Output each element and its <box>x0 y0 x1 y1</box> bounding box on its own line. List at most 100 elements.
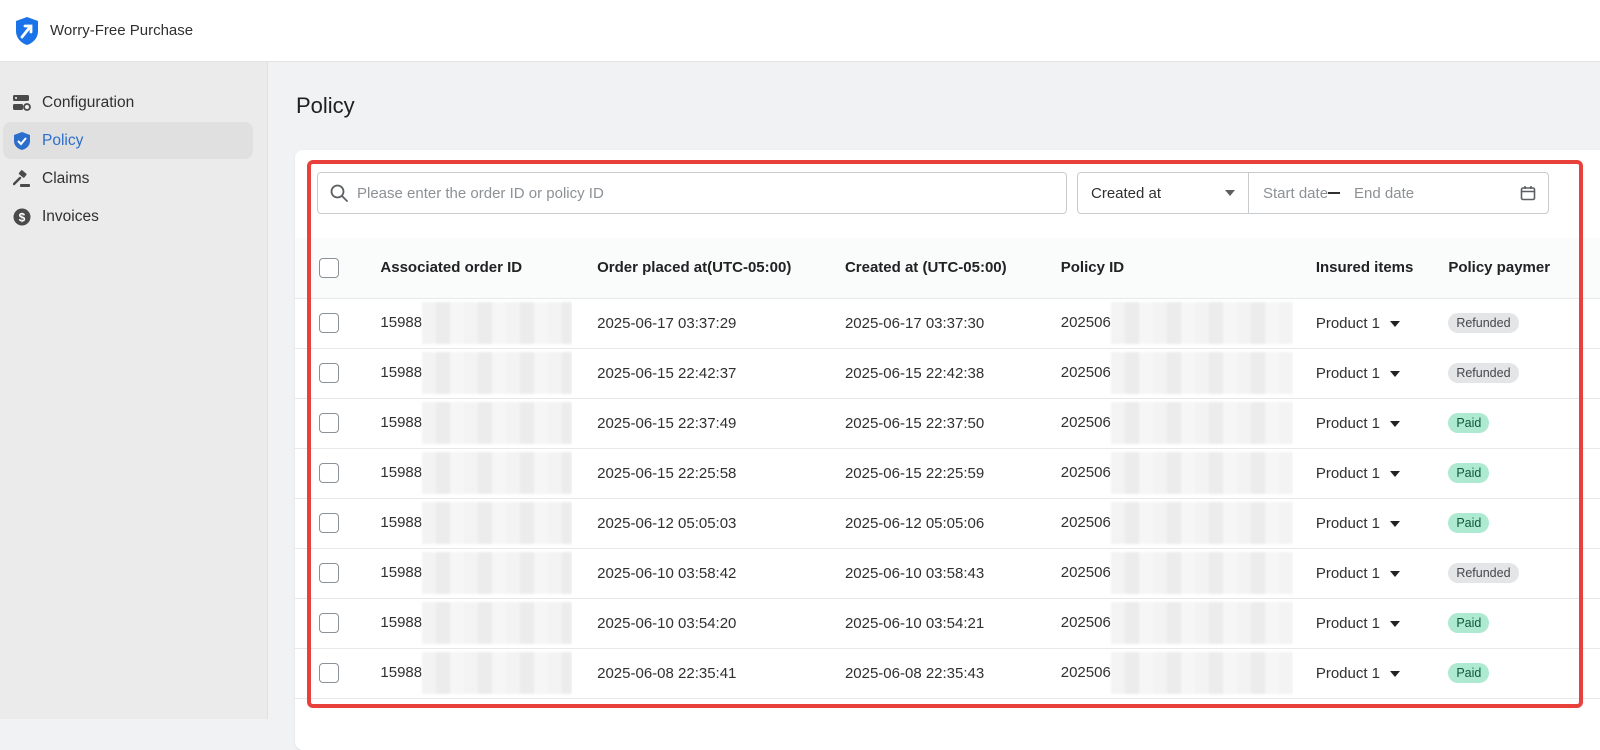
table-row[interactable]: 15988 2025-06-12 05:05:03 2025-06-12 05:05… <box>295 498 1600 548</box>
order-placed-cell: 2025-06-10 03:58:42 <box>597 564 737 582</box>
insured-items-label: Product 1 <box>1315 614 1381 632</box>
table-row[interactable]: 15988 2025-06-15 22:42:37 2025-06-15 22:42… <box>295 348 1600 398</box>
order-id-cell: 15988 <box>380 363 423 381</box>
redacted-policy-id <box>1110 402 1293 444</box>
row-checkbox[interactable] <box>319 463 339 483</box>
sidebar-item-invoices[interactable]: $ Invoices <box>3 198 253 235</box>
order-id-cell: 15988 <box>380 313 423 331</box>
table-row[interactable]: 15988 2025-06-15 22:37:49 2025-06-15 22:37… <box>295 398 1600 448</box>
insured-items-label: Product 1 <box>1315 314 1381 332</box>
start-date-input[interactable]: Start date <box>1263 185 1328 202</box>
insured-items-dropdown[interactable]: Product 1 <box>1293 348 1426 398</box>
policy-id-cell: 202506 <box>1060 513 1111 531</box>
insured-items-dropdown[interactable]: Product 1 <box>1293 398 1426 448</box>
redacted-policy-id <box>1110 602 1293 644</box>
caret-down-icon <box>1390 420 1401 427</box>
date-range-separator <box>1328 192 1341 194</box>
redacted-order-id <box>422 652 573 694</box>
date-field-select[interactable]: Created at <box>1077 172 1249 214</box>
row-checkbox[interactable] <box>319 563 339 583</box>
sidebar-item-label: Claims <box>42 169 90 187</box>
policy-id-cell: 202506 <box>1060 613 1111 631</box>
order-id-cell: 15988 <box>380 413 423 431</box>
chevron-down-icon <box>1225 190 1235 196</box>
row-checkbox[interactable] <box>319 363 339 383</box>
row-checkbox[interactable] <box>319 663 339 683</box>
redacted-order-id <box>422 452 573 494</box>
sidebar-item-label: Policy <box>42 131 84 149</box>
top-bar: Worry-Free Purchase <box>0 0 1600 62</box>
order-placed-cell: 2025-06-15 22:37:49 <box>597 414 737 432</box>
date-range-picker[interactable]: Start date End date <box>1249 172 1549 214</box>
sidebar-item-policy[interactable]: Policy <box>3 122 253 159</box>
created-at-cell: 2025-06-17 03:37:30 <box>844 314 985 332</box>
insured-items-dropdown[interactable]: Product 1 <box>1293 598 1426 648</box>
column-header[interactable]: Associated order ID <box>354 238 572 298</box>
row-checkbox[interactable] <box>319 513 339 533</box>
calendar-icon[interactable] <box>1520 185 1536 201</box>
date-field-value: Created at <box>1091 184 1162 202</box>
order-placed-cell: 2025-06-15 22:42:37 <box>597 364 737 382</box>
redacted-policy-id <box>1110 652 1293 694</box>
caret-down-icon <box>1390 370 1401 377</box>
column-header[interactable]: Insured items <box>1293 238 1426 298</box>
table-row[interactable]: 15988 2025-06-08 22:35:41 2025-06-08 22:35… <box>295 648 1600 698</box>
column-header[interactable]: Created at (UTC-05:00) <box>821 238 1037 298</box>
order-id-cell: 15988 <box>380 563 423 581</box>
caret-down-icon <box>1390 570 1401 577</box>
search-box[interactable] <box>317 172 1067 214</box>
payment-status-badge: Paid <box>1448 513 1490 533</box>
search-input[interactable] <box>357 184 1037 202</box>
insured-items-dropdown[interactable]: Product 1 <box>1293 448 1426 498</box>
redacted-policy-id <box>1110 552 1293 594</box>
table-row[interactable]: 15988 2025-06-17 03:37:29 2025-06-17 03:37… <box>295 298 1600 348</box>
created-at-cell: 2025-06-15 22:37:50 <box>844 414 985 432</box>
redacted-order-id <box>422 302 573 344</box>
row-checkbox[interactable] <box>319 413 339 433</box>
created-at-cell: 2025-06-12 05:05:06 <box>844 514 985 532</box>
insured-items-label: Product 1 <box>1315 514 1381 532</box>
order-placed-cell: 2025-06-08 22:35:41 <box>597 664 737 682</box>
insured-items-label: Product 1 <box>1315 464 1381 482</box>
insured-items-label: Product 1 <box>1315 364 1381 382</box>
order-placed-cell: 2025-06-15 22:25:58 <box>597 464 737 482</box>
column-header[interactable]: Policy ID <box>1037 238 1293 298</box>
insured-items-label: Product 1 <box>1315 564 1381 582</box>
payment-status-badge: Paid <box>1448 613 1490 633</box>
settings-icon <box>12 93 32 113</box>
table-row[interactable]: 15988 2025-06-10 03:58:42 2025-06-10 03:58… <box>295 548 1600 598</box>
caret-down-icon <box>1390 620 1401 627</box>
column-header[interactable]: Order placed at(UTC-05:00) <box>572 238 821 298</box>
redacted-order-id <box>422 502 573 544</box>
redacted-order-id <box>422 352 573 394</box>
created-at-cell: 2025-06-15 22:42:38 <box>844 364 985 382</box>
insured-items-dropdown[interactable]: Product 1 <box>1293 498 1426 548</box>
insured-items-dropdown[interactable]: Product 1 <box>1293 298 1426 348</box>
caret-down-icon <box>1390 520 1401 527</box>
shield-check-icon <box>12 131 32 151</box>
row-checkbox[interactable] <box>319 613 339 633</box>
caret-down-icon <box>1390 670 1401 677</box>
redacted-policy-id <box>1110 502 1293 544</box>
search-icon <box>330 184 348 202</box>
sidebar-item-configuration[interactable]: Configuration <box>3 84 253 121</box>
row-checkbox[interactable] <box>319 313 339 333</box>
column-header[interactable]: Policy paymer <box>1425 238 1600 298</box>
redacted-order-id <box>422 602 573 644</box>
sidebar-item-claims[interactable]: Claims <box>3 160 253 197</box>
table-row-partial <box>295 698 1600 718</box>
table-row[interactable]: 15988 2025-06-10 03:54:20 2025-06-10 03:54… <box>295 598 1600 648</box>
payment-status-badge: Paid <box>1448 663 1490 683</box>
table-row[interactable]: 15988 2025-06-15 22:25:58 2025-06-15 22:25… <box>295 448 1600 498</box>
order-id-cell: 15988 <box>380 663 423 681</box>
app-title: Worry-Free Purchase <box>50 22 194 39</box>
insured-items-dropdown[interactable]: Product 1 <box>1293 648 1426 698</box>
policy-id-cell: 202506 <box>1060 363 1111 381</box>
select-all-checkbox[interactable] <box>319 257 339 278</box>
order-id-cell: 15988 <box>380 513 423 531</box>
redacted-policy-id <box>1110 352 1293 394</box>
end-date-input[interactable]: End date <box>1354 185 1520 202</box>
insured-items-dropdown[interactable]: Product 1 <box>1293 548 1426 598</box>
payment-status-badge: Paid <box>1448 463 1490 483</box>
redacted-order-id <box>422 402 573 444</box>
